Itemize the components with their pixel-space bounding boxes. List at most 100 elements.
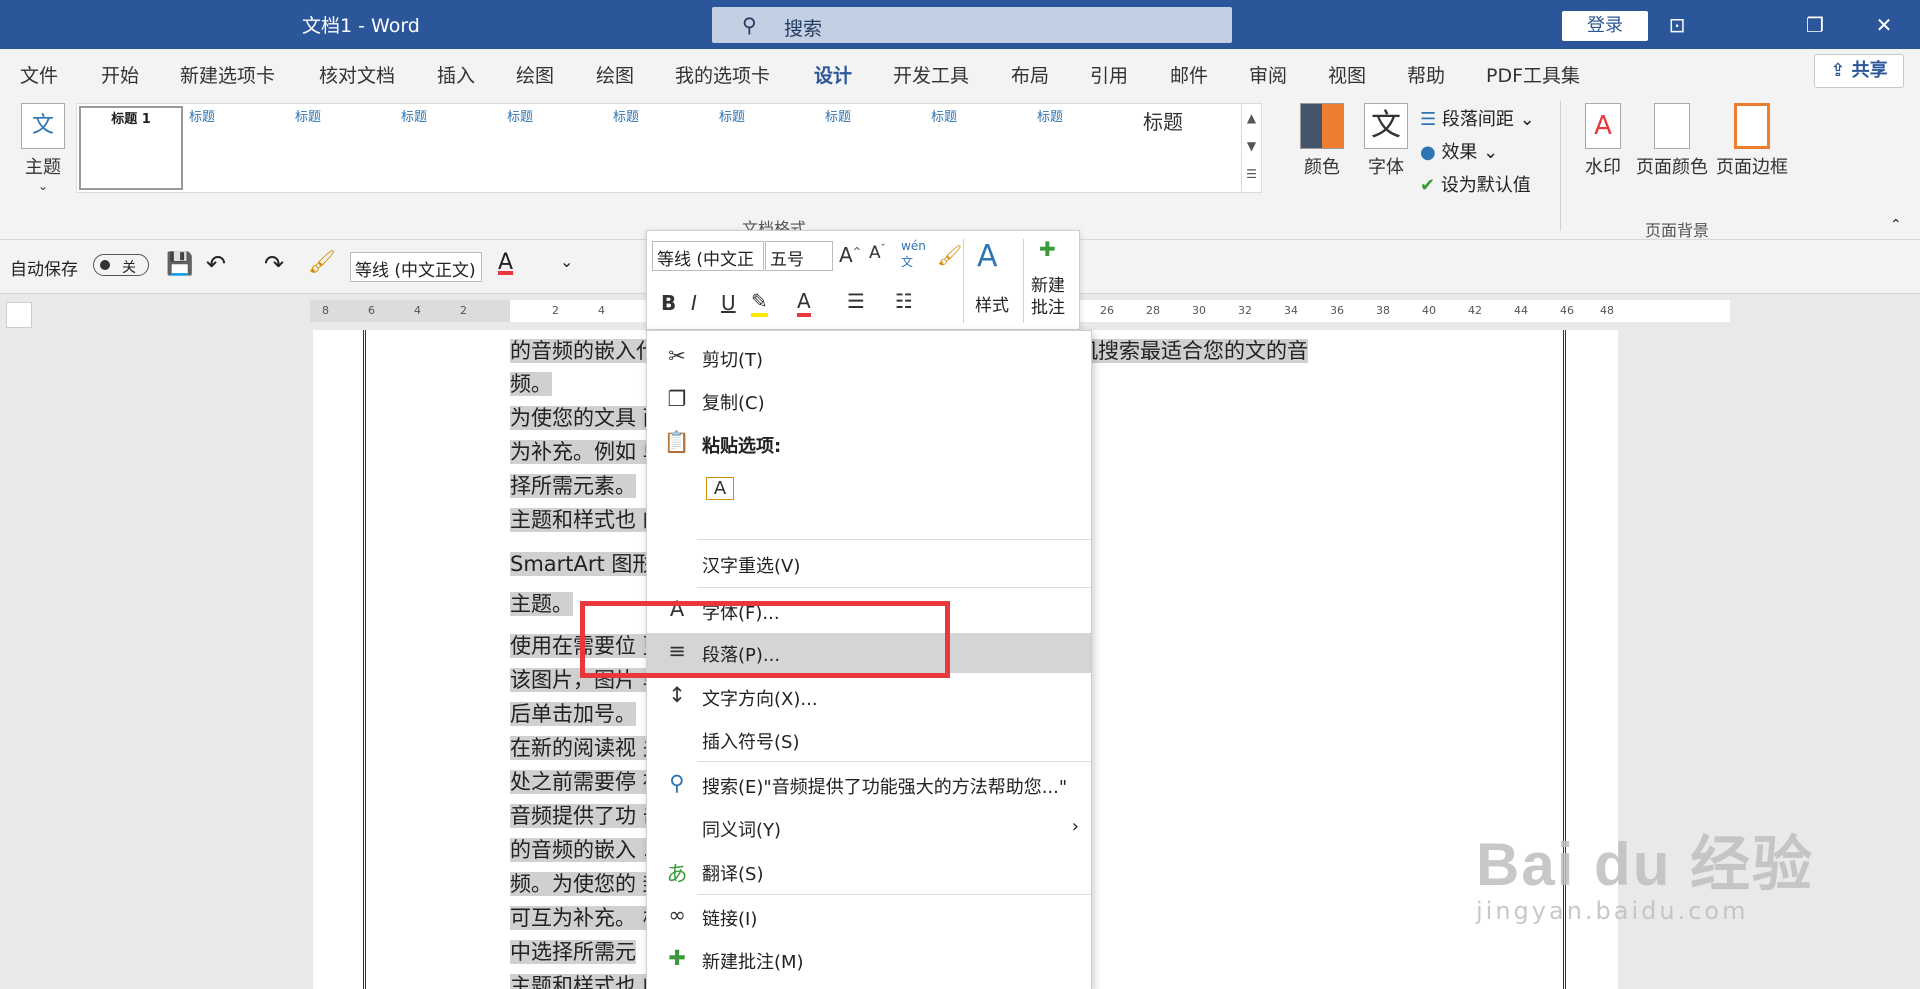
style-set-item[interactable]: 标题 [507,106,611,190]
theme-button[interactable]: 文 主题 ⌄ [14,103,72,193]
paste-keep-text-only-button[interactable]: A [702,471,742,511]
tab-file[interactable]: 文件 [20,61,58,88]
menu-item-insert-symbol[interactable]: 插入符号(S) [647,720,1091,760]
style-set-item[interactable]: 标题 [719,106,823,190]
menu-item-text-direction[interactable]: ↕ 文字方向(X)... [647,677,1091,717]
menu-item-label: 复制(C) [702,393,765,414]
undo-icon[interactable]: ↶ [206,250,226,278]
search-icon: ⚲ [669,771,685,795]
underline-icon[interactable]: U [721,291,736,315]
restore-window-icon[interactable]: ❐ [1795,8,1835,42]
tab-references[interactable]: 引用 [1090,61,1128,88]
tab-mailings[interactable]: 邮件 [1170,61,1208,88]
menu-item-search[interactable]: ⚲ 搜索(E)"音频提供了功能强大的方法帮助您..." [647,765,1091,805]
menu-item-reconversion[interactable]: 汉字重选(V) [647,544,1091,584]
style-set-item[interactable]: 标题 1 [79,106,183,190]
style-set-item[interactable]: 标题 [1037,106,1141,190]
tab-my-tab[interactable]: 我的选项卡 [675,61,770,88]
document-format-gallery: 标题 1 标题 标题 标题 标题 标题 标题 标题 标题 标题 标题 ▲ ▼ ☰ [76,103,1262,193]
mini-font-select[interactable]: 等线 (中文正 [652,241,764,271]
style-set-item[interactable]: 标题 [189,106,293,190]
tab-new-tab[interactable]: 新建选项卡 [180,61,275,88]
search-placeholder: 搜索 [784,18,823,40]
page-color-button[interactable]: 页面颜色 [1632,103,1712,179]
menu-paste-options-header: 📋 粘贴选项: [647,424,1091,464]
page-border-label: 页面边框 [1716,157,1788,178]
tab-draw[interactable]: 绘图 [516,61,554,88]
shrink-font-icon[interactable]: Aˇ [869,243,886,263]
customize-qat-icon[interactable]: ⌄ [560,252,573,271]
collapse-ribbon-icon[interactable]: ⌃ [1890,217,1902,233]
gallery-scroll[interactable]: ▲ ▼ ☰ [1241,104,1261,192]
watermark-label: 水印 [1585,157,1621,178]
style-set-item[interactable]: 标题 [825,106,929,190]
watermark-icon: A [1585,103,1621,149]
format-painter-icon[interactable]: 🖌 [308,250,336,275]
font-name-select[interactable]: 等线 (中文正文) [350,252,482,282]
watermark-button[interactable]: A 水印 [1578,103,1628,179]
bullets-icon[interactable]: ☰ [847,289,865,313]
login-button[interactable]: 登录 [1562,11,1648,41]
format-painter-icon[interactable]: 🖌 [937,243,962,267]
tab-review-doc[interactable]: 核对文档 [319,61,395,88]
tab-insert[interactable]: 插入 [437,61,475,88]
save-icon[interactable]: 💾 [166,252,193,277]
styles-label[interactable]: 样式 [975,291,1009,316]
menu-item-link[interactable]: ∞ 链接(I) [647,897,1091,937]
bold-icon[interactable]: B [661,291,676,315]
ruler-tab-selector[interactable] [6,302,32,328]
tab-layout[interactable]: 布局 [1011,61,1049,88]
numbering-icon[interactable]: ☷ [895,289,913,313]
ruler-tick: 26 [1100,304,1114,317]
tab-review[interactable]: 审阅 [1249,61,1287,88]
tab-pdf-tools[interactable]: PDF工具集 [1486,61,1580,88]
set-default-label: 设为默认值 [1440,175,1531,196]
highlight-icon[interactable]: ✎ [751,289,768,317]
new-comment-icon[interactable]: ✚ [1039,237,1056,261]
theme-icon: 文 [21,103,65,149]
share-button[interactable]: ⇪ 共享 [1814,54,1904,88]
colors-button[interactable]: 颜色 [1296,103,1348,179]
ruler-tick: 42 [1468,304,1482,317]
search-box[interactable]: ⚲ 搜索 [712,7,1232,43]
share-icon: ⇪ [1830,60,1852,81]
redo-icon[interactable]: ↷ [264,250,284,278]
phonetic-guide-icon[interactable]: wén 文 [901,239,926,270]
mini-size-select[interactable]: 五号 [765,241,833,271]
italic-icon[interactable]: I [691,291,697,315]
tab-home[interactable]: 开始 [101,61,139,88]
style-set-item[interactable]: 标题 [931,106,1035,190]
styles-icon[interactable]: A [977,239,998,274]
style-set-item[interactable]: 标题 [1143,106,1247,190]
fonts-button[interactable]: 文 字体 [1360,103,1412,179]
tab-developer[interactable]: 开发工具 [893,61,969,88]
style-set-item[interactable]: 标题 [295,106,399,190]
grow-font-icon[interactable]: A^ [839,243,861,267]
effects-icon: ● [1420,142,1442,163]
new-comment-label[interactable]: 新建 批注 [1031,275,1065,319]
tab-design[interactable]: 设计 [814,61,853,97]
ribbon-display-icon[interactable]: ⊡ [1657,8,1697,42]
page-border-button[interactable]: 页面边框 [1712,103,1792,179]
menu-item-cut[interactable]: ✂ 剪切(T) [647,338,1091,378]
search-icon: ⚲ [742,13,757,37]
paragraph-spacing-button[interactable]: ☰ 段落间距 ⌄ [1420,105,1535,131]
style-set-item[interactable]: 标题 [401,106,505,190]
tab-draw-2[interactable]: 绘图 [596,61,634,88]
font-color-icon[interactable]: A [797,289,811,317]
font-color-icon[interactable]: A [498,250,513,275]
menu-item-synonyms[interactable]: 同义词(Y) › [647,808,1091,848]
autosave-toggle[interactable]: 关 [93,254,149,276]
tab-help[interactable]: 帮助 [1407,61,1445,88]
style-set-item[interactable]: 标题 [613,106,717,190]
tab-view[interactable]: 视图 [1328,61,1366,88]
menu-item-new-comment[interactable]: ✚ 新建批注(M) [647,940,1091,980]
menu-item-copy[interactable]: ❐ 复制(C) [647,381,1091,421]
effects-button[interactable]: ● 效果 ⌄ [1420,138,1498,164]
ruler-tick: 34 [1284,304,1298,317]
menu-item-translate[interactable]: あ翻译(S) [647,852,1091,892]
page-color-icon [1654,103,1690,149]
fonts-icon: 文 [1364,103,1408,149]
close-window-icon[interactable]: ✕ [1864,8,1904,42]
set-default-button[interactable]: ✔ 设为默认值 [1420,171,1531,197]
